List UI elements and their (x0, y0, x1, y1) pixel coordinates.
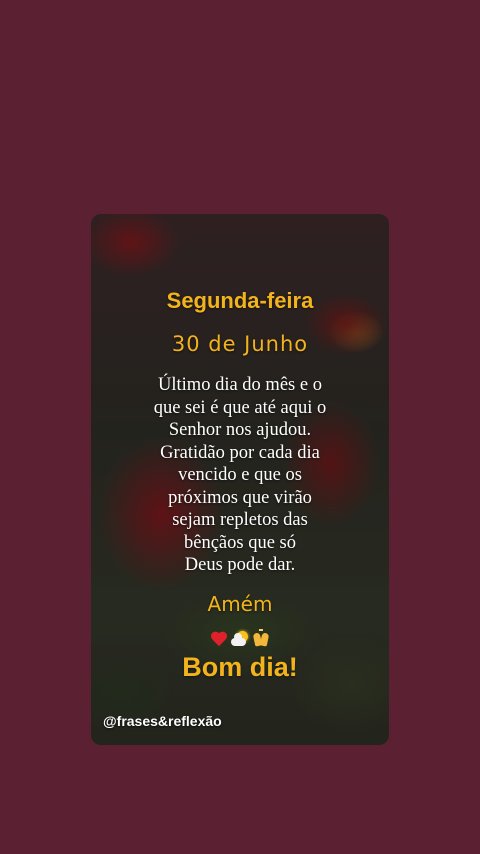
date-text: 30 de Junho (171, 332, 309, 356)
sun-behind-cloud-icon (231, 630, 249, 648)
raised-hands-icon (252, 629, 270, 648)
greeting-text: Bom dia! (182, 652, 298, 682)
message-line: que sei é que até aqui o (153, 397, 327, 418)
message-line: vencido e que os (178, 465, 302, 485)
closing-text: Amém (207, 592, 273, 616)
message-line: Deus pode dar. (184, 555, 296, 575)
weekday-heading: Segunda-feira (166, 288, 314, 313)
message-line: bênçãos que só (184, 532, 296, 553)
author-handle[interactable]: @frases&reflexão (103, 713, 222, 729)
story-screen: Segunda-feira 30 de Junho Último dia do … (0, 0, 480, 854)
message-line: sejam repletos das (172, 510, 308, 530)
emoji-row (91, 628, 389, 650)
message-line: Gratidão por cada dia (160, 442, 320, 463)
post-card: Segunda-feira 30 de Junho Último dia do … (91, 214, 389, 745)
message-text: Último dia do mês e o que sei é que até … (111, 374, 369, 577)
message-line: próximos que virão (168, 487, 312, 508)
red-heart-icon (210, 630, 228, 648)
message-line: Último dia do mês e o (158, 375, 322, 395)
message-line: Senhor nos ajudou. (168, 420, 312, 440)
